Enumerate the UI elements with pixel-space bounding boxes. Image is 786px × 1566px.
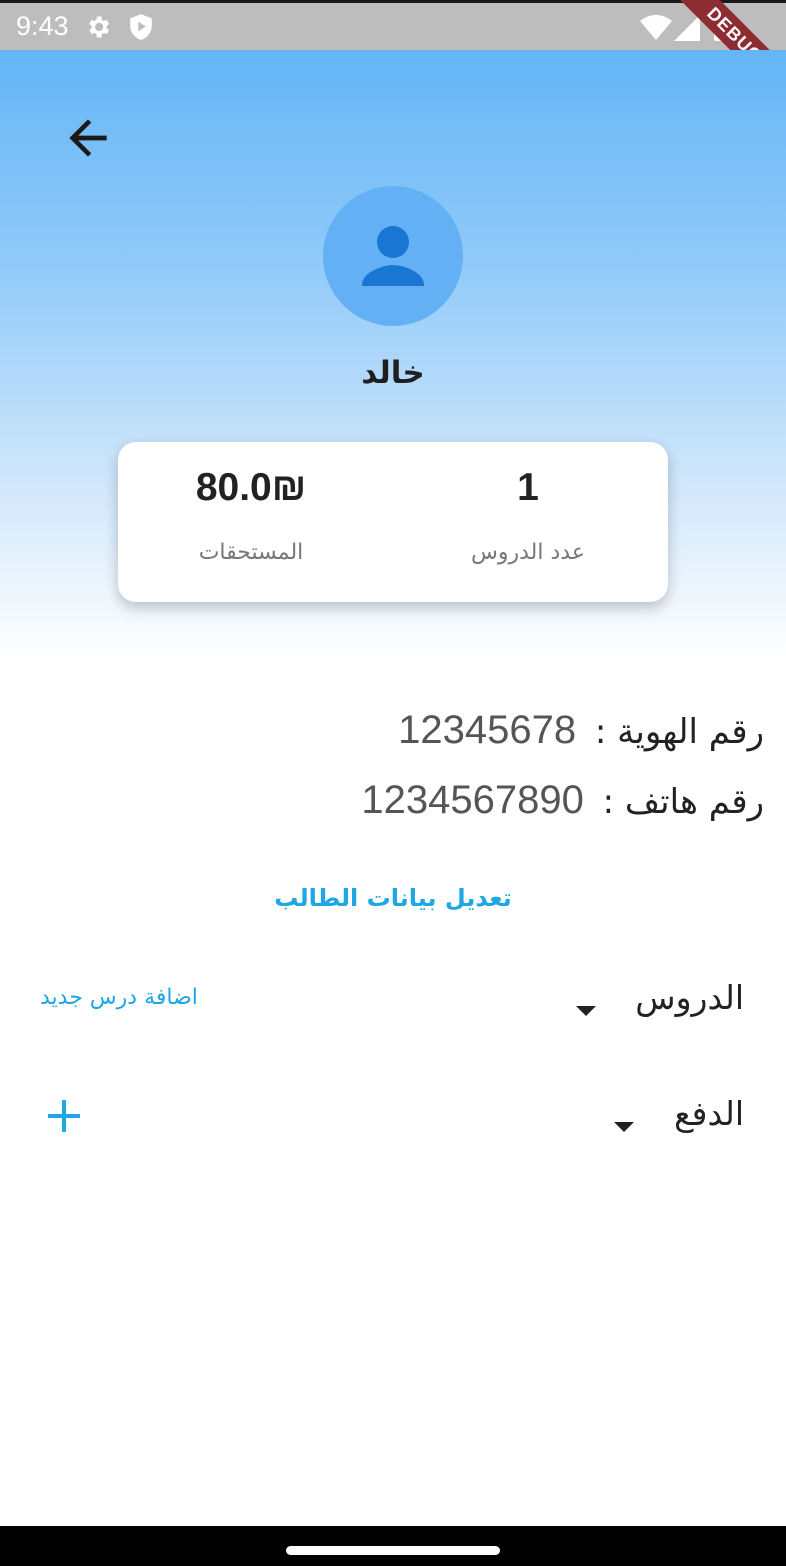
gear-icon <box>84 13 112 45</box>
avatar <box>323 186 463 326</box>
phone-row: رقم هاتف : 1234567890 <box>361 778 764 823</box>
student-name: خالد <box>361 355 425 391</box>
lessons-count-value: 1 <box>517 466 539 509</box>
status-bar: 9:43 DEBUG <box>0 0 786 113</box>
status-time: 9:43 <box>16 11 69 41</box>
dues-label: المستحقات <box>198 540 304 565</box>
signal-icon <box>674 15 700 45</box>
arrow-back-icon <box>69 119 107 157</box>
dues-stat: 80.0₪ المستحقات <box>131 466 371 565</box>
back-button[interactable] <box>60 110 116 166</box>
add-lesson-button[interactable]: اضافة درس جديد <box>40 985 198 1010</box>
shield-play-icon <box>128 13 154 45</box>
stats-card: 1 عدد الدروس 80.0₪ المستحقات <box>118 442 668 602</box>
payment-section-title[interactable]: الدفع <box>674 1094 744 1133</box>
lessons-dropdown-arrow-icon[interactable] <box>576 1006 596 1016</box>
home-indicator[interactable] <box>286 1546 500 1555</box>
add-payment-button[interactable] <box>44 1096 84 1136</box>
dues-value: 80.0₪ <box>195 466 307 509</box>
id-row: رقم الهوية : 12345678 <box>398 708 764 753</box>
payment-dropdown-arrow-icon[interactable] <box>614 1122 634 1132</box>
lessons-section-title[interactable]: الدروس <box>635 978 744 1017</box>
person-icon <box>362 226 424 286</box>
id-value: 12345678 <box>398 708 577 752</box>
id-label: رقم الهوية : <box>594 712 764 752</box>
lessons-count-stat: 1 عدد الدروس <box>408 466 648 565</box>
phone-value: 1234567890 <box>361 778 584 822</box>
lessons-count-label: عدد الدروس <box>471 540 585 565</box>
plus-icon <box>48 1100 80 1132</box>
phone-label: رقم هاتف : <box>602 782 764 822</box>
student-profile-screen: 9:43 DEBUG خالد 1 عدد الدروس 80.0₪ المست… <box>0 0 786 1566</box>
edit-student-button[interactable]: تعديل بيانات الطالب <box>0 884 786 912</box>
wifi-icon <box>640 15 672 45</box>
